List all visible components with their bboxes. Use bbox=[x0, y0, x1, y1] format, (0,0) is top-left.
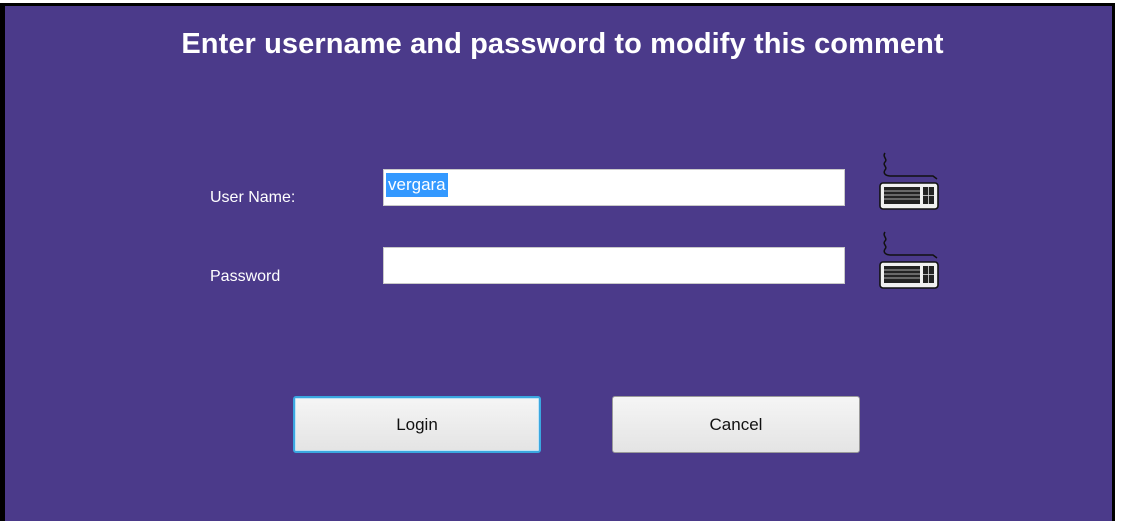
dialog-title: Enter username and password to modify th… bbox=[181, 28, 944, 60]
cancel-button[interactable]: Cancel bbox=[612, 396, 860, 453]
keyboard-icon[interactable] bbox=[877, 149, 941, 213]
username-label: User Name: bbox=[210, 189, 296, 206]
password-label: Password bbox=[210, 268, 281, 285]
login-button[interactable]: Login bbox=[293, 396, 541, 453]
username-input[interactable] bbox=[383, 169, 845, 206]
password-input[interactable] bbox=[383, 247, 845, 284]
screen: Enter username and password to modify th… bbox=[0, 0, 1123, 521]
keyboard-icon[interactable] bbox=[877, 228, 941, 292]
login-dialog: Enter username and password to modify th… bbox=[0, 3, 1115, 521]
